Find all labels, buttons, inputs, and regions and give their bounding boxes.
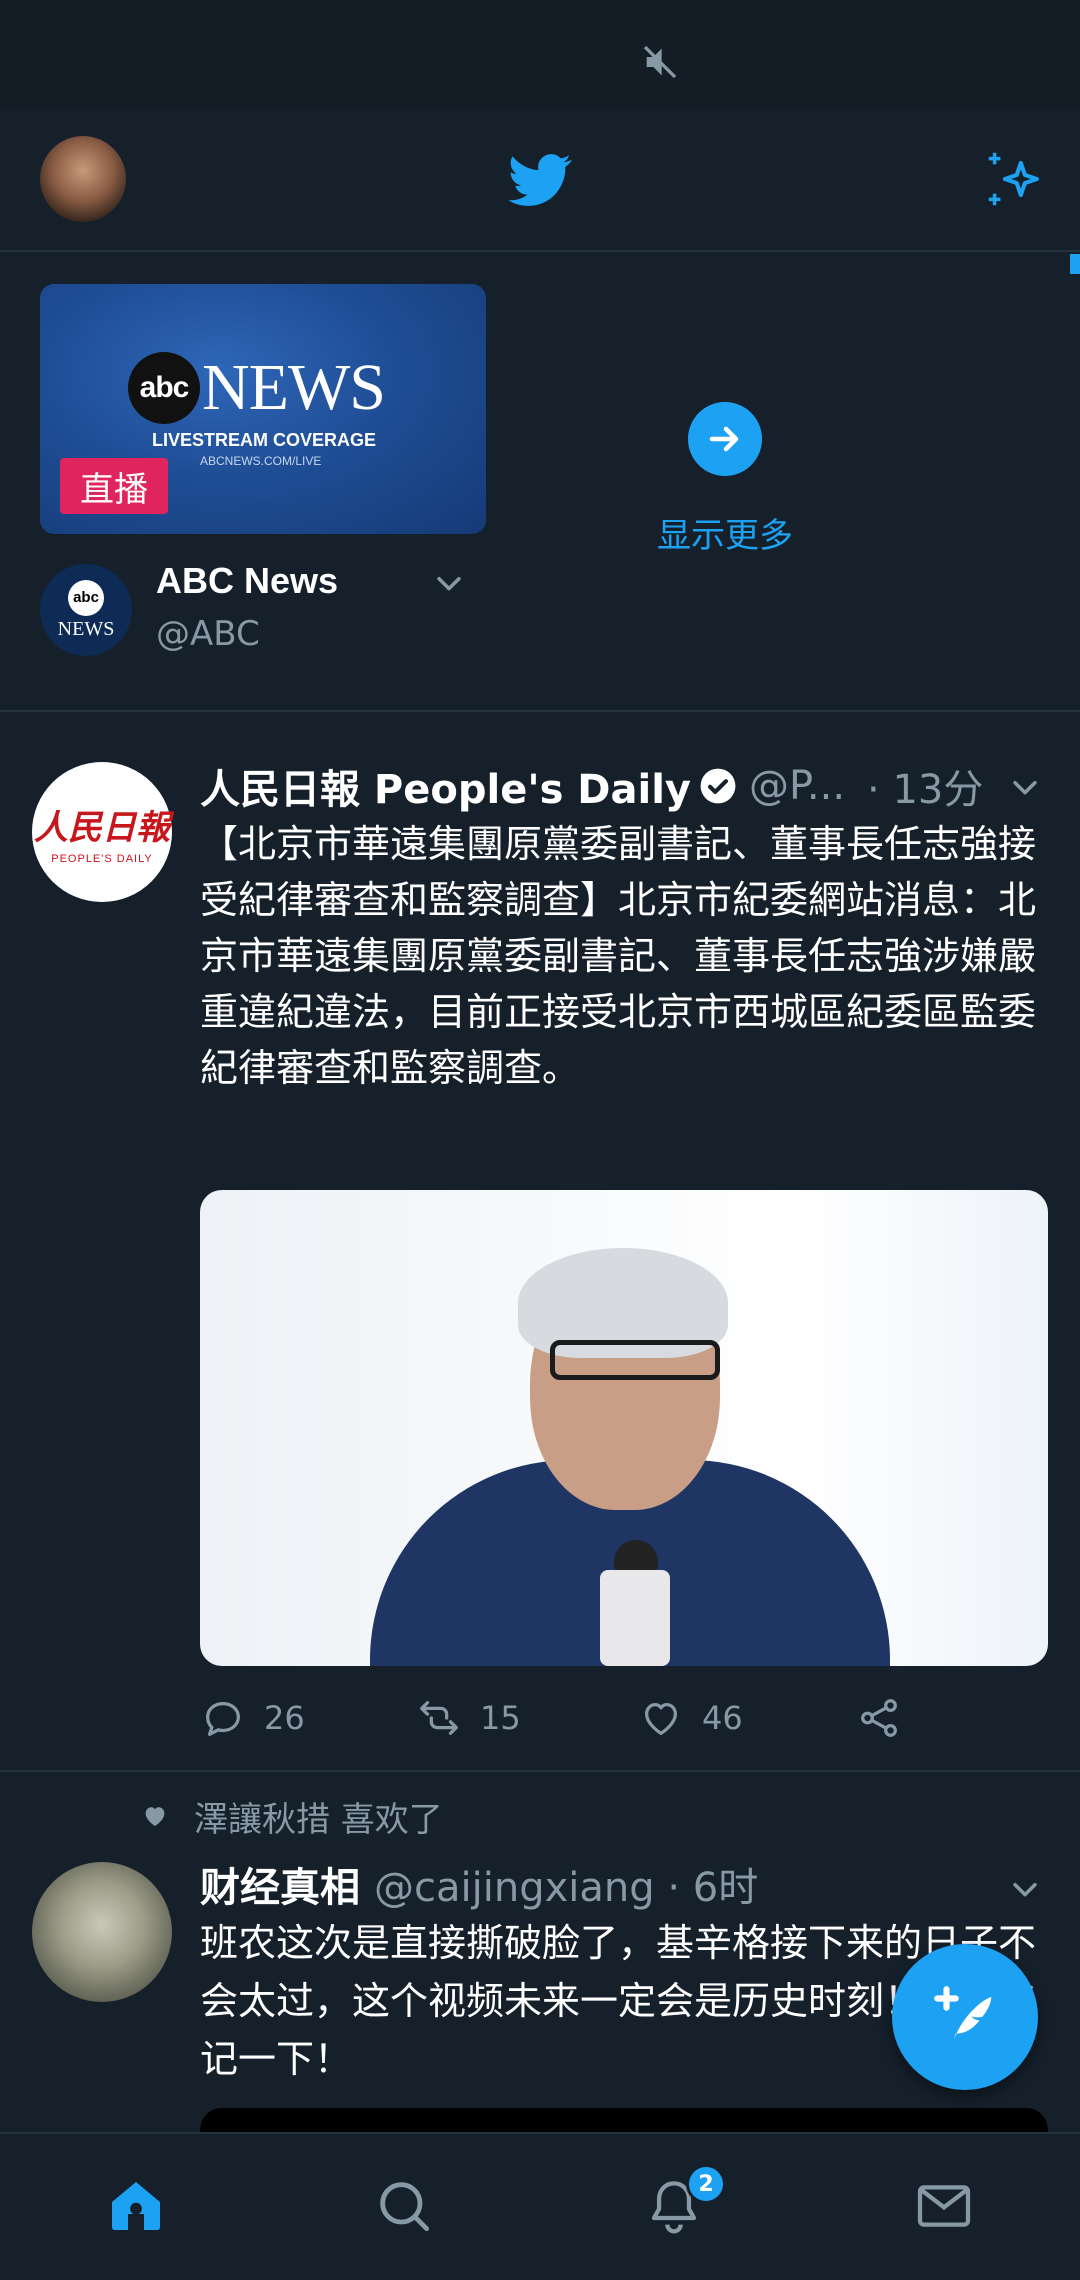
author-avatar[interactable]: 人民日報 PEOPLE'S DAILY xyxy=(32,762,172,902)
abc-account-avatar[interactable]: abc NEWS xyxy=(40,564,132,656)
tweet-text: 【北京市華遠集團原黨委副書記、董事長任志強接受紀律審查和監察調查】北京市紀委網站… xyxy=(200,822,1037,1090)
social-context: 澤讓秋措 喜欢了 xyxy=(140,1792,443,1840)
sparkle-icon[interactable] xyxy=(980,144,1050,214)
home-icon[interactable] xyxy=(104,2174,168,2238)
live-badge: 直播 xyxy=(60,458,168,514)
abc-account-name[interactable]: ABC News xyxy=(156,560,338,602)
live-thumbnail[interactable]: abc NEWS LIVESTREAM COVERAGE ABCNEWS.COM… xyxy=(40,284,486,534)
messages-icon[interactable] xyxy=(912,2174,976,2238)
twitter-bird-icon xyxy=(508,154,572,206)
photo-person-glasses xyxy=(550,1340,720,1380)
author-handle: @P... xyxy=(749,763,846,809)
abc-logo-circle: abc xyxy=(128,352,200,424)
top-app-bar xyxy=(0,110,1080,252)
abc-news-logo: abc NEWS xyxy=(128,350,386,426)
retweet-icon xyxy=(420,1701,458,1735)
compose-feather-icon xyxy=(934,1986,992,2045)
chevron-down-icon[interactable] xyxy=(432,566,466,600)
author-name[interactable]: 财经真相 xyxy=(200,1855,360,1913)
show-more-label[interactable]: 显示更多 xyxy=(600,508,850,557)
author-name[interactable]: 人民日報 People's Daily xyxy=(200,757,691,815)
profile-avatar[interactable] xyxy=(40,136,126,222)
abc-logo-word: NEWS xyxy=(202,351,386,424)
author-handle: @caijingxiang · 6时 xyxy=(374,1865,759,1911)
reply-button[interactable]: 26 xyxy=(200,1690,305,1746)
chevron-down-icon[interactable] xyxy=(1008,770,1042,804)
livestream-url: ABCNEWS.COM/LIVE xyxy=(200,454,322,468)
show-more-button[interactable] xyxy=(688,402,762,476)
verified-badge-icon xyxy=(700,768,736,804)
chevron-down-icon[interactable] xyxy=(1008,1872,1042,1906)
like-button[interactable]: 46 xyxy=(638,1690,743,1746)
share-button[interactable] xyxy=(856,1690,902,1746)
tweet-header: 财经真相 @caijingxiang · 6时 xyxy=(200,1856,1040,1912)
tweet-header: 人民日報 People's Daily @P... · 13分 xyxy=(200,758,1040,814)
author-avatar[interactable] xyxy=(32,1862,172,2002)
reply-count: 26 xyxy=(264,1699,305,1737)
heart-filled-icon xyxy=(145,1807,165,1826)
status-bar xyxy=(0,0,1080,110)
mute-icon xyxy=(643,45,677,79)
tweet-media-image[interactable] xyxy=(200,1190,1048,1666)
photo-microphone xyxy=(600,1570,670,1666)
bottom-navigation: 2 xyxy=(0,2132,1080,2280)
reply-icon xyxy=(206,1701,240,1736)
tweet[interactable]: 人民日報 PEOPLE'S DAILY 人民日報 People's Daily … xyxy=(0,730,1080,1772)
retweet-count: 15 xyxy=(480,1699,521,1737)
notification-count-badge: 2 xyxy=(686,2164,726,2204)
tweet-timestamp: · 13分 xyxy=(867,767,984,813)
scroll-indicator xyxy=(1070,254,1080,274)
abc-avatar-logo: abc xyxy=(68,579,104,616)
like-count: 46 xyxy=(702,1699,743,1737)
compose-tweet-button[interactable] xyxy=(892,1944,1038,2090)
livestream-caption: LIVESTREAM COVERAGE xyxy=(152,430,377,450)
tweet-actions: 26 15 46 xyxy=(200,1690,940,1746)
search-icon[interactable] xyxy=(372,2174,436,2238)
retweet-button[interactable]: 15 xyxy=(416,1690,521,1746)
live-events-carousel: abc NEWS LIVESTREAM COVERAGE ABCNEWS.COM… xyxy=(0,254,1080,712)
abc-avatar-word: NEWS xyxy=(57,617,115,640)
social-context-text[interactable]: 澤讓秋措 喜欢了 xyxy=(194,1792,443,1841)
heart-icon xyxy=(644,1702,678,1735)
app-root: abc NEWS LIVESTREAM COVERAGE ABCNEWS.COM… xyxy=(0,0,1080,2280)
avatar-logo-subtext: PEOPLE'S DAILY xyxy=(51,852,153,865)
abc-account-handle: @ABC xyxy=(156,614,260,654)
share-icon xyxy=(861,1699,897,1737)
avatar-logo-text: 人民日報 xyxy=(34,807,170,848)
